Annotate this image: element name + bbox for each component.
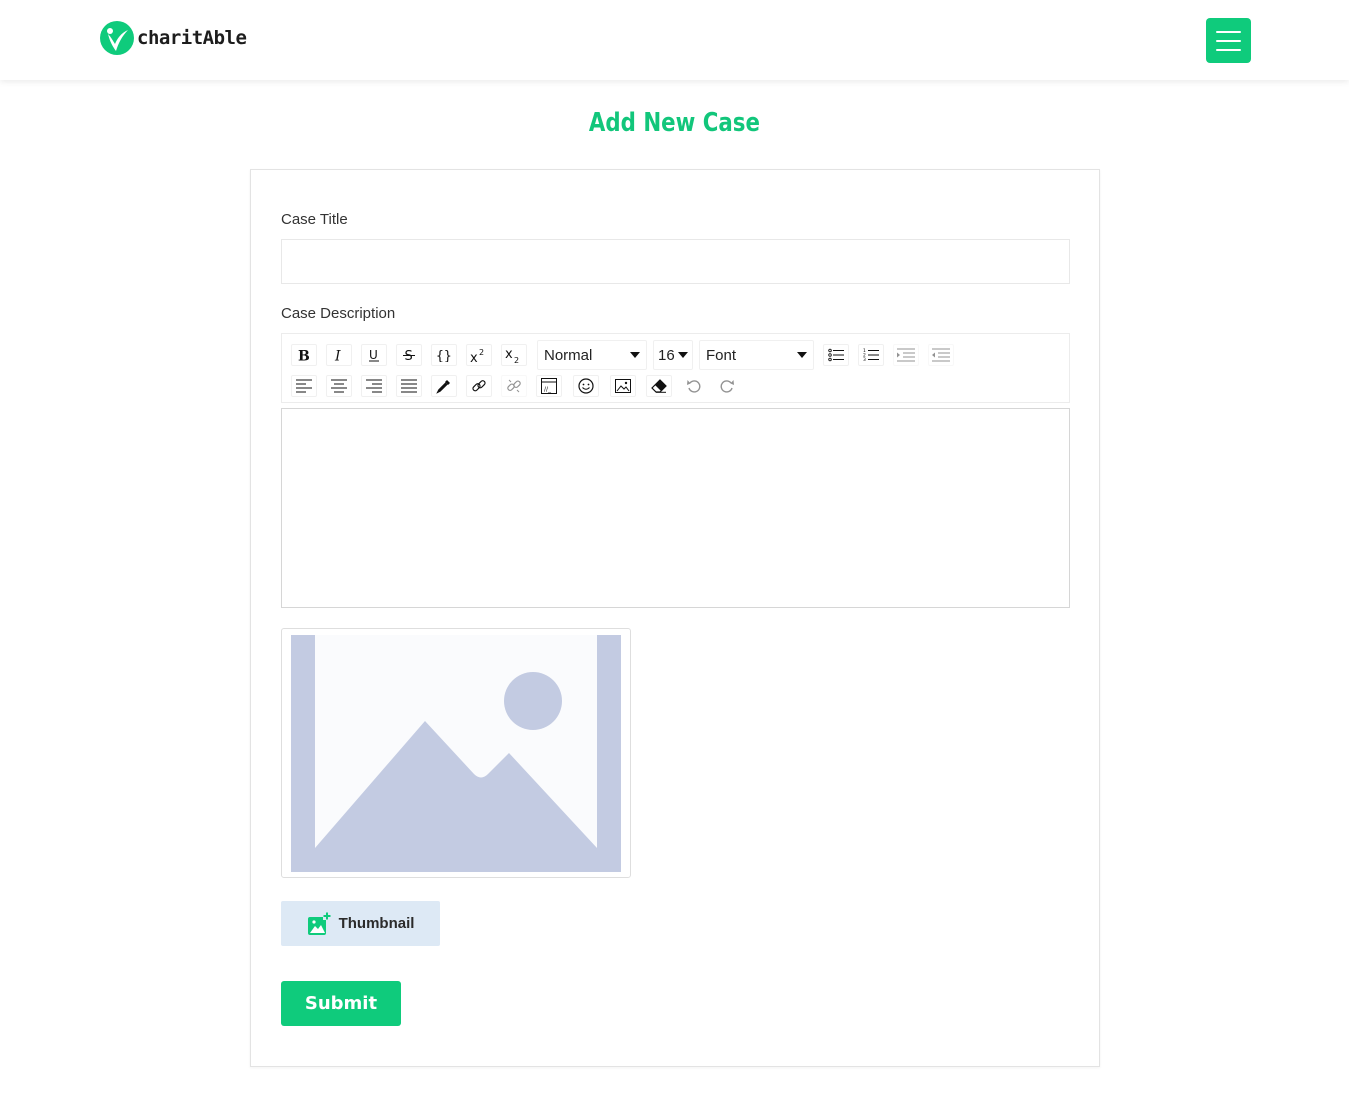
subscript-button[interactable]: x2: [501, 344, 527, 366]
bold-icon: B: [298, 349, 310, 363]
subscript-icon: x2: [505, 347, 519, 363]
svg-text:B: B: [298, 349, 310, 363]
font-size-value: 16: [658, 346, 675, 364]
underline-icon: U: [369, 348, 379, 362]
emoji-button[interactable]: [573, 375, 599, 397]
superscript-icon: x2: [470, 348, 484, 363]
superscript-button[interactable]: x2: [466, 344, 492, 366]
svg-text:x: x: [505, 347, 513, 362]
svg-text://_: //_: [544, 386, 552, 393]
link-icon: [472, 380, 486, 392]
color-picker-button[interactable]: [431, 375, 457, 397]
align-justify-button[interactable]: [396, 375, 422, 397]
image-placeholder-icon: [291, 635, 621, 872]
image-button[interactable]: [610, 375, 636, 397]
underline-button[interactable]: U: [361, 344, 387, 366]
font-size-select[interactable]: 16: [653, 340, 693, 370]
svg-text:{}: {}: [436, 349, 452, 362]
redo-button[interactable]: [714, 375, 740, 397]
strikethrough-button[interactable]: S: [396, 344, 422, 366]
brand-logo[interactable]: charitAble: [99, 20, 247, 56]
add-thumbnail-label: Thumbnail: [338, 915, 415, 932]
code-button[interactable]: {}: [431, 344, 457, 366]
submit-button[interactable]: Submit: [281, 981, 401, 1026]
rich-text-toolbar: B I U S {} x2 x2 Normal 16 Font 1 2 3 //…: [281, 333, 1070, 403]
svg-text:U: U: [369, 348, 378, 362]
svg-text:x: x: [470, 351, 478, 363]
outdent-button[interactable]: [928, 344, 954, 366]
unlink-button[interactable]: [501, 375, 527, 397]
align-left-icon: [296, 379, 312, 393]
add-image-icon: [307, 911, 331, 935]
strikethrough-icon: S: [403, 349, 415, 362]
paragraph-style-value: Normal: [544, 346, 593, 364]
ordered-list-icon: 1 2 3: [863, 348, 879, 362]
brand-name: charitAble: [137, 27, 247, 49]
undo-button[interactable]: [681, 375, 707, 397]
eyedropper-icon: [436, 380, 450, 394]
align-right-button[interactable]: [361, 375, 387, 397]
indent-icon: [897, 348, 915, 362]
hamburger-menu-button[interactable]: [1206, 18, 1251, 63]
font-family-value: Font: [706, 346, 737, 364]
unlink-icon: [507, 379, 521, 393]
outdent-icon: [932, 348, 950, 362]
align-center-button[interactable]: [326, 375, 352, 397]
thumbnail-preview: [281, 628, 631, 878]
align-right-icon: [366, 379, 382, 393]
page-title: Add New Case: [588, 108, 760, 138]
italic-icon: I: [334, 349, 341, 363]
logo-icon: [100, 21, 134, 55]
add-case-form: Case Title Case Description B I U S {} x…: [250, 169, 1100, 1067]
add-thumbnail-button[interactable]: Thumbnail: [281, 901, 440, 946]
font-family-select[interactable]: Font: [699, 340, 814, 370]
align-justify-icon: [401, 379, 417, 393]
image-icon: [615, 379, 631, 393]
svg-text:2: 2: [514, 356, 519, 363]
svg-text:3: 3: [863, 357, 866, 362]
case-description-editor[interactable]: [281, 408, 1070, 608]
align-left-button[interactable]: [291, 375, 317, 397]
embed-icon: //_: [541, 378, 557, 394]
chevron-down-icon: [630, 352, 640, 358]
embedded-button[interactable]: //_: [536, 375, 562, 397]
svg-text:2: 2: [479, 348, 484, 357]
unordered-list-icon: [828, 348, 844, 362]
undo-icon: [687, 380, 701, 393]
ordered-list-button[interactable]: 1 2 3: [858, 344, 884, 366]
case-title-input[interactable]: [281, 239, 1070, 284]
navbar: charitAble: [0, 0, 1349, 80]
align-center-icon: [331, 379, 347, 393]
chevron-down-icon: [678, 352, 688, 358]
remove-formatting-button[interactable]: [646, 375, 672, 397]
link-button[interactable]: [466, 375, 492, 397]
smiley-icon: [578, 378, 594, 394]
case-title-label: Case Title: [281, 211, 348, 228]
unordered-list-button[interactable]: [823, 344, 849, 366]
paragraph-style-select[interactable]: Normal: [537, 340, 647, 370]
italic-button[interactable]: I: [326, 344, 352, 366]
indent-button[interactable]: [893, 344, 919, 366]
code-icon: {}: [436, 349, 452, 362]
svg-text:I: I: [334, 349, 341, 363]
bold-button[interactable]: B: [291, 344, 317, 366]
hamburger-menu-icon: [1216, 30, 1241, 33]
case-description-label: Case Description: [281, 305, 396, 322]
chevron-down-icon: [797, 352, 807, 358]
eraser-icon: [651, 379, 667, 393]
redo-icon: [720, 380, 734, 393]
